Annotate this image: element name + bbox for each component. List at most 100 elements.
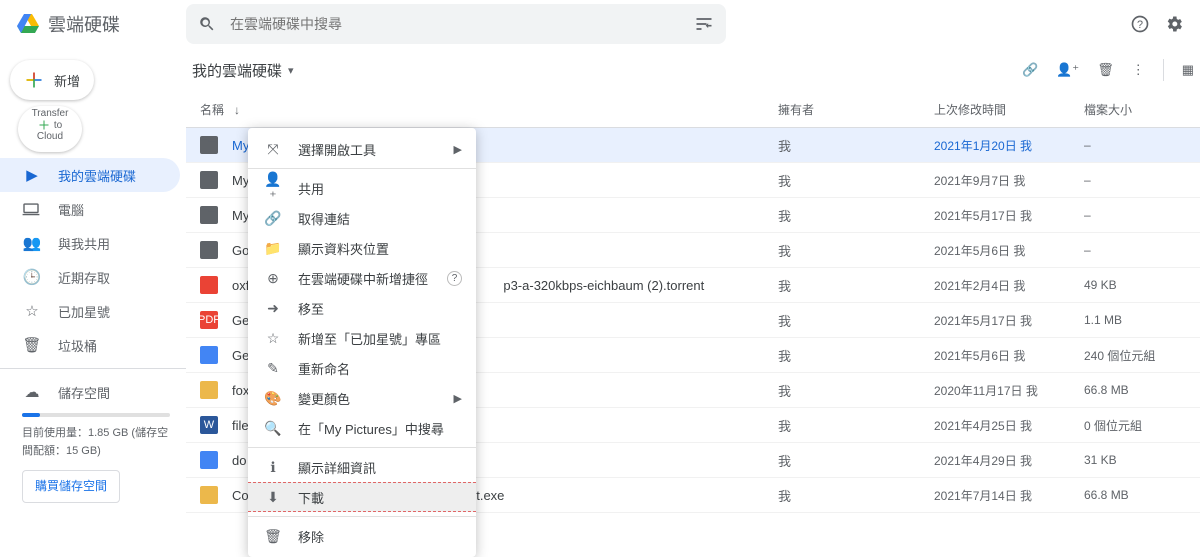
menu-item[interactable]: 📁 顯示資料夾位置 [248, 233, 476, 263]
menu-item-icon: 🔗 [264, 210, 282, 227]
delete-icon[interactable]: 🗑 [1097, 62, 1114, 78]
file-name: My [232, 173, 249, 188]
menu-item[interactable]: 🗑 移除 [248, 521, 476, 551]
menu-item-label: 在「My Pictures」中搜尋 [298, 419, 444, 438]
sidebar-item-recent[interactable]: 🕒 近期存取 [0, 260, 186, 294]
more-icon[interactable]: ⋮ [1132, 62, 1145, 78]
help-icon[interactable]: ? [447, 271, 462, 286]
sidebar-item-shared[interactable]: 👥 與我共用 [0, 226, 186, 260]
file-owner: 我 [778, 451, 934, 470]
file-size: 1.1 MB [1084, 313, 1200, 327]
sidebar-item-storage[interactable]: ☁ 儲存空間 [0, 375, 186, 409]
context-menu: ⤧ 選擇開啟工具 ▶ 👤⁺ 共用 🔗 取得連結 📁 顯示資料夾位置 ⊕ 在雲端硬… [248, 128, 476, 557]
menu-item-icon: ⤧ [264, 141, 282, 158]
menu-item-icon: 👤⁺ [264, 171, 282, 205]
menu-item-icon: 🗑 [264, 528, 282, 545]
file-size: 66.8 MB [1084, 383, 1200, 397]
menu-item-icon: ☆ [264, 330, 282, 347]
col-owner-label[interactable]: 擁有者 [778, 101, 934, 118]
buy-storage-button[interactable]: 購買儲存空間 [22, 470, 120, 503]
file-name: fox [232, 383, 249, 398]
file-modified: 2021年4月25日 我 [934, 417, 1084, 434]
menu-item[interactable]: ℹ 顯示詳細資訊 [248, 452, 476, 482]
menu-item-label: 選擇開啟工具 [298, 140, 376, 159]
search-icon [198, 15, 216, 33]
file-name: My [232, 138, 249, 153]
exe-icon [200, 381, 218, 399]
transfer-button[interactable]: Transfer to Cloud [18, 106, 82, 152]
menu-item[interactable]: ⬇ 下載 [248, 482, 476, 512]
product-name: 雲端硬碟 [48, 11, 120, 37]
menu-item[interactable]: 🔗 取得連結 [248, 203, 476, 233]
file-name: Ge [232, 313, 249, 328]
file-owner: 我 [778, 276, 934, 295]
file-owner: 我 [778, 416, 934, 435]
tune-icon[interactable] [694, 14, 714, 34]
sidebar-item-computers[interactable]: 電腦 [0, 192, 186, 226]
computer-icon [22, 202, 42, 216]
col-modified-label[interactable]: 上次修改時間 [934, 101, 1084, 118]
search-bar[interactable] [186, 4, 726, 44]
file-owner: 我 [778, 136, 934, 155]
sidebar: 新增 Transfer to Cloud ▶ 我的雲端硬碟 電腦 👥 與我共用 … [0, 48, 186, 502]
menu-item[interactable]: ➜ 移至 [248, 293, 476, 323]
file-size: – [1084, 243, 1200, 257]
file-owner: 我 [778, 171, 934, 190]
menu-item[interactable]: 🔍 在「My Pictures」中搜尋 [248, 413, 476, 443]
sidebar-item-starred[interactable]: ☆ 已加星號 [0, 294, 186, 328]
divider [0, 368, 186, 369]
menu-item[interactable]: ⤧ 選擇開啟工具 ▶ [248, 134, 476, 164]
col-name-label[interactable]: 名稱 [200, 101, 224, 118]
help-icon[interactable]: ? [1130, 14, 1150, 34]
menu-item[interactable]: ☆ 新增至「已加星號」專區 [248, 323, 476, 353]
sidebar-item-trash[interactable]: 🗑 垃圾桶 [0, 328, 186, 362]
menu-item[interactable]: ⊕ 在雲端硬碟中新增捷徑 ? [248, 263, 476, 293]
plus-mini-icon [38, 119, 50, 131]
file-modified: 2020年11月17日 我 [934, 382, 1084, 399]
chevron-down-icon: ▾ [288, 64, 294, 77]
menu-item-label: 新增至「已加星號」專區 [298, 329, 441, 348]
link-icon[interactable]: 🔗 [1022, 62, 1038, 78]
file-size: 240 個位元組 [1084, 347, 1200, 364]
location-actions: 🔗 👤⁺ 🗑 ⋮ ▦ [1022, 59, 1194, 81]
trash-icon: 🗑 [22, 336, 42, 354]
menu-item-label: 移至 [298, 299, 324, 318]
col-size-label[interactable]: 檔案大小 [1084, 101, 1200, 118]
drive-logo[interactable]: 雲端硬碟 [16, 11, 186, 37]
drive-logo-icon [16, 12, 40, 36]
chevron-right-icon: ▶ [454, 143, 462, 156]
table-header: 名稱 ↓ 擁有者 上次修改時間 檔案大小 [186, 92, 1200, 128]
svg-text:?: ? [1137, 19, 1143, 31]
adduser-icon[interactable]: 👤⁺ [1056, 62, 1079, 78]
location-title[interactable]: 我的雲端硬碟 ▾ [192, 60, 294, 81]
file-size: 66.8 MB [1084, 488, 1200, 502]
file-name: My [232, 208, 249, 223]
file-name: file [232, 418, 249, 433]
menu-item-icon: ✎ [264, 360, 282, 377]
header: 雲端硬碟 ? [0, 0, 1200, 48]
doc-icon [200, 451, 218, 469]
menu-item-label: 取得連結 [298, 209, 350, 228]
file-modified: 2021年5月17日 我 [934, 207, 1084, 224]
chevron-right-icon: ▶ [454, 392, 462, 405]
menu-item-icon: ➜ [264, 300, 282, 317]
sort-arrow-icon[interactable]: ↓ [234, 103, 240, 117]
sidebar-item-mydrive[interactable]: ▶ 我的雲端硬碟 [0, 158, 180, 192]
gridview-icon[interactable]: ▦ [1182, 62, 1194, 78]
settings-icon[interactable] [1164, 14, 1184, 34]
menu-item-label: 重新命名 [298, 359, 350, 378]
menu-item[interactable]: 👤⁺ 共用 [248, 173, 476, 203]
exe-icon [200, 486, 218, 504]
storage-bar [22, 413, 170, 417]
new-button[interactable]: 新增 [10, 60, 94, 100]
search-input[interactable] [230, 16, 680, 32]
file-size: 0 個位元組 [1084, 417, 1200, 434]
menu-item-icon: ℹ [264, 459, 282, 476]
menu-item[interactable]: 🎨 變更顏色 ▶ [248, 383, 476, 413]
menu-item-icon: ⬇ [264, 489, 282, 506]
file-owner: 我 [778, 206, 934, 225]
menu-item[interactable]: ✎ 重新命名 [248, 353, 476, 383]
menu-item-label: 下載 [298, 488, 324, 507]
file-modified: 2021年7月14日 我 [934, 487, 1084, 504]
menu-item-icon: 🎨 [264, 390, 282, 407]
